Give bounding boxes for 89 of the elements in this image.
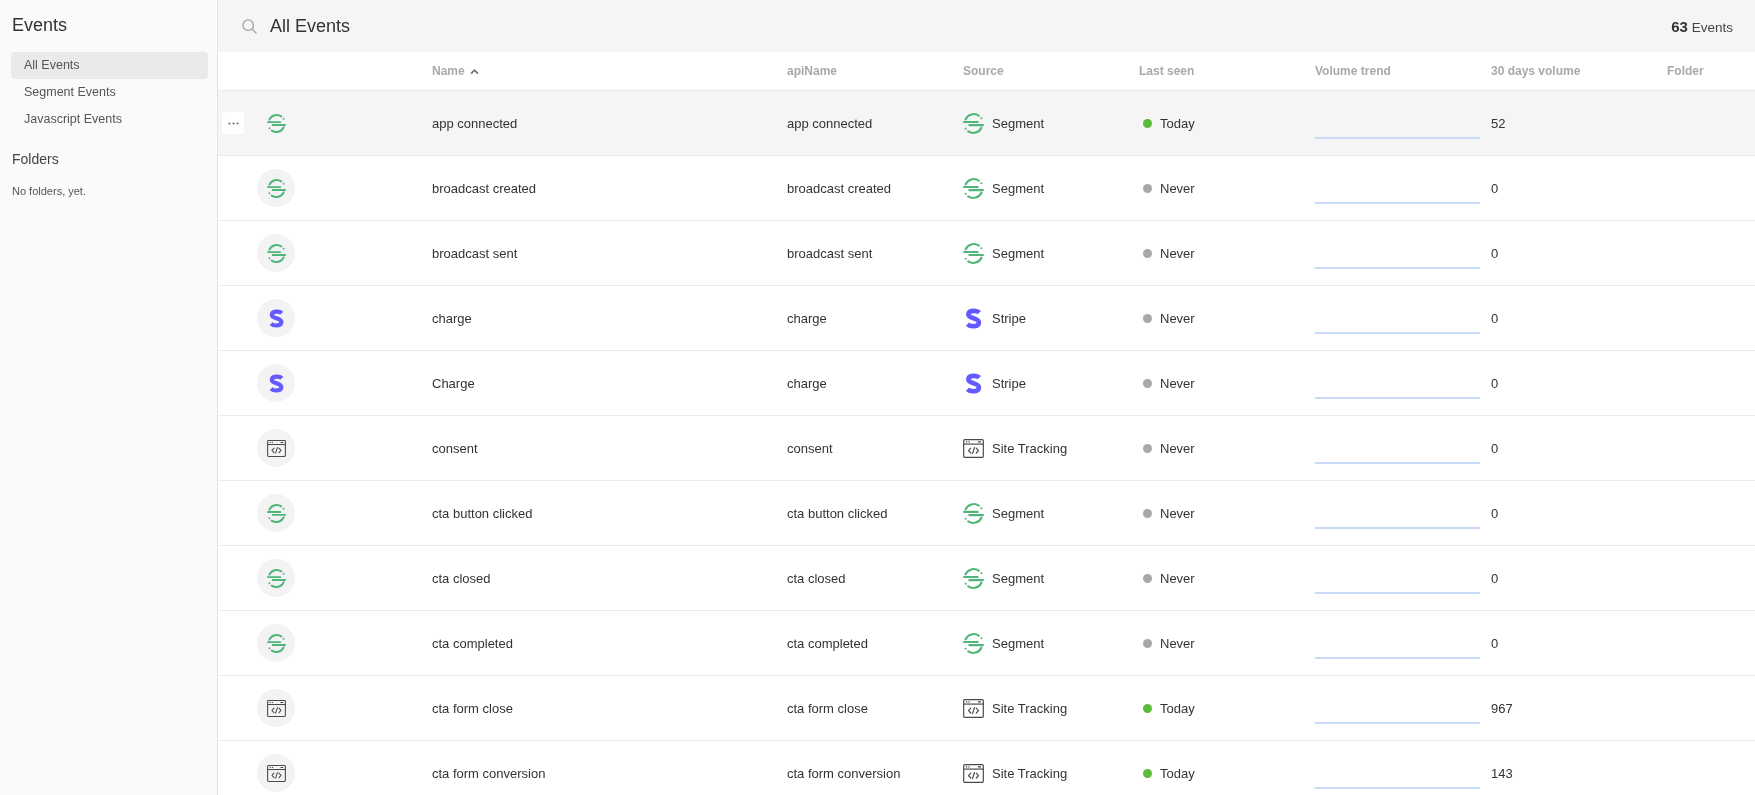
event-name: cta completed — [432, 635, 513, 651]
last-seen: Never — [1160, 635, 1195, 651]
arc-lines-icon — [266, 113, 286, 133]
volume-count: 967 — [1491, 700, 1513, 716]
source-name: Stripe — [992, 375, 1026, 391]
api-name: broadcast sent — [787, 245, 873, 261]
more-icon — [227, 121, 239, 125]
last-seen: Today — [1160, 765, 1195, 781]
source-name: Segment — [992, 180, 1045, 196]
last-seen: Never — [1160, 310, 1195, 326]
api-name: consent — [787, 440, 833, 456]
event-name: cta form close — [432, 700, 513, 716]
sidebar-item[interactable]: Segment Events — [11, 79, 208, 106]
code-window-icon — [257, 429, 295, 467]
event-name: cta form conversion — [432, 765, 546, 781]
source-name: Stripe — [992, 310, 1026, 326]
api-name: broadcast created — [787, 180, 892, 196]
last-seen: Never — [1160, 570, 1195, 586]
event-count: 63 Events — [1671, 17, 1733, 35]
table-row[interactable]: app connected app connected Segment Today 52 — [218, 91, 1755, 156]
arc-lines-icon — [257, 169, 295, 207]
source-name: Site Tracking — [992, 765, 1068, 781]
search-icon[interactable] — [242, 18, 257, 34]
event-name: Charge — [432, 375, 475, 391]
empty-message: No folders, yet. — [12, 184, 86, 199]
last-seen: Never — [1160, 375, 1195, 391]
more-button[interactable] — [222, 112, 244, 134]
volume-count: 0 — [1491, 570, 1499, 586]
s-letter-icon — [963, 307, 984, 329]
code-window-icon — [963, 697, 984, 719]
s-letter-icon — [257, 299, 295, 337]
source-name: Segment — [992, 570, 1045, 586]
event-name: broadcast sent — [432, 245, 518, 261]
source-name: Site Tracking — [992, 440, 1068, 456]
volume-count: 52 — [1491, 115, 1506, 131]
api-name: cta button clicked — [787, 505, 888, 521]
arc-lines-icon — [963, 632, 984, 654]
source-name: Segment — [992, 635, 1045, 651]
api-name: charge — [787, 375, 827, 391]
code-window-icon — [963, 437, 984, 459]
last-seen: Never — [1160, 245, 1195, 261]
volume-count: 0 — [1491, 440, 1499, 456]
sidebar-item[interactable]: All Events — [11, 52, 208, 79]
source-name: Site Tracking — [992, 700, 1068, 716]
sidebar-item[interactable]: Javascript Events — [11, 106, 208, 133]
code-window-icon — [257, 689, 295, 727]
event-name: cta button clicked — [432, 505, 533, 521]
last-seen: Never — [1160, 180, 1195, 196]
code-window-icon — [963, 762, 984, 784]
arc-lines-icon — [963, 177, 984, 199]
last-seen: Never — [1160, 440, 1195, 456]
api-name: charge — [787, 310, 827, 326]
source-name: Segment — [992, 505, 1045, 521]
api-name: cta closed — [787, 570, 846, 586]
api-name: app connected — [787, 115, 873, 131]
arc-lines-icon — [257, 234, 295, 272]
volume-count: 0 — [1491, 245, 1499, 261]
source-name: Segment — [992, 245, 1045, 261]
volume-count: 0 — [1491, 505, 1499, 521]
arc-lines-icon — [963, 567, 984, 589]
event-name: cta closed — [432, 570, 491, 586]
s-letter-icon — [963, 372, 984, 394]
arc-lines-icon — [257, 494, 295, 532]
volume-count: 143 — [1491, 765, 1513, 781]
volume-count: 0 — [1491, 180, 1499, 196]
last-seen: Never — [1160, 505, 1195, 521]
volume-count: 0 — [1491, 375, 1499, 391]
page-title: All Events — [270, 15, 351, 37]
event-name: consent — [432, 440, 478, 456]
sidebar-title: Events — [11, 14, 69, 36]
last-seen: Today — [1160, 115, 1195, 131]
source-name: Segment — [992, 115, 1045, 131]
event-name: app connected — [432, 115, 518, 131]
last-seen: Today — [1160, 700, 1195, 716]
arc-lines-icon — [257, 559, 295, 597]
api-name: cta form close — [787, 700, 868, 716]
arc-lines-icon — [963, 242, 984, 264]
arc-lines-icon — [257, 624, 295, 662]
s-letter-icon — [257, 364, 295, 402]
event-name: broadcast created — [432, 180, 537, 196]
volume-count: 0 — [1491, 310, 1499, 326]
arc-lines-icon — [963, 112, 984, 134]
arc-lines-icon — [963, 502, 984, 524]
volume-count: 0 — [1491, 635, 1499, 651]
code-window-icon — [257, 754, 295, 792]
api-name: cta form conversion — [787, 765, 901, 781]
event-name: charge — [432, 310, 472, 326]
api-name: cta completed — [787, 635, 868, 651]
section-heading: Folders — [12, 150, 59, 169]
